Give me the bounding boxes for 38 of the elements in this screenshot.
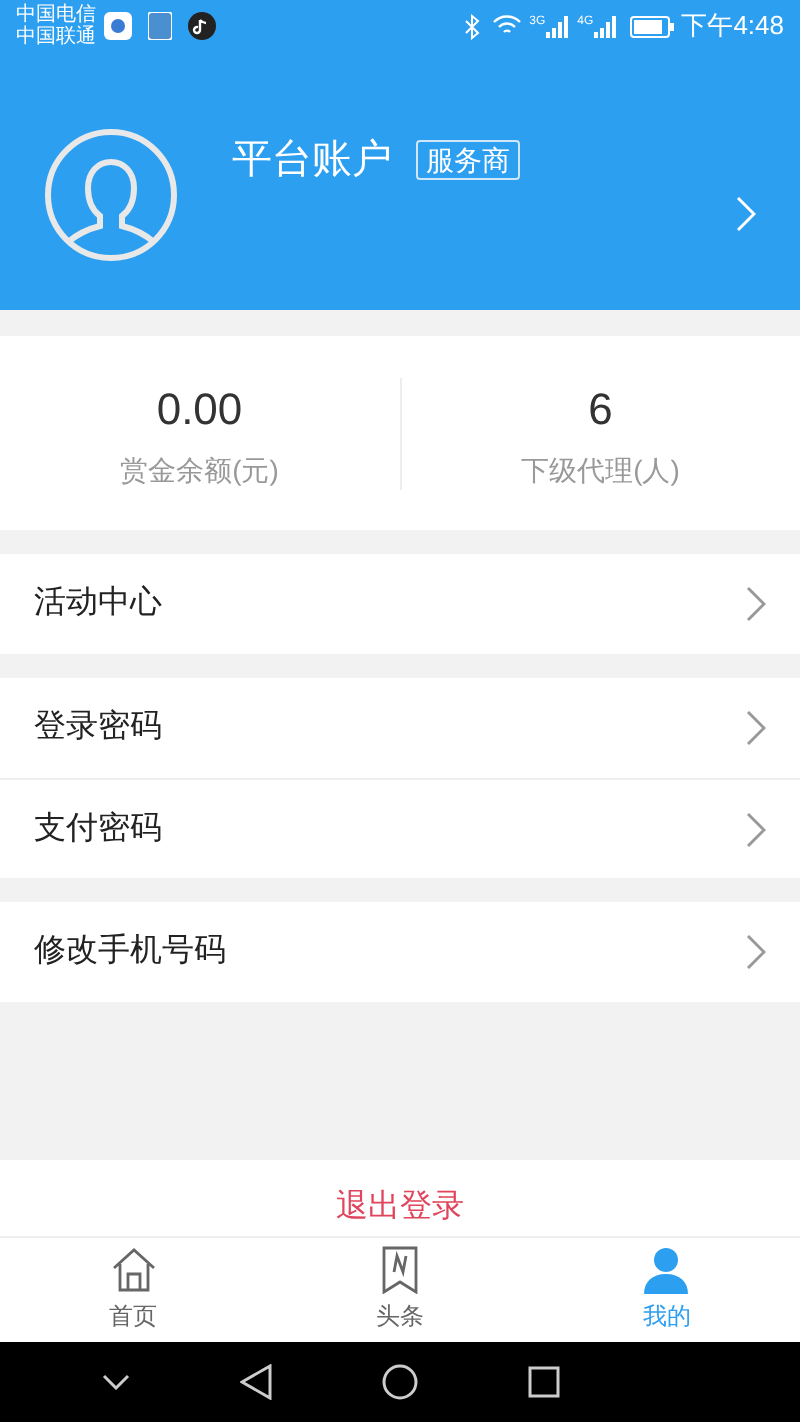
menu-item[interactable]: 活动中心 bbox=[0, 554, 800, 654]
role-tag: 服务商 bbox=[416, 140, 520, 180]
carrier-name: 中国电信 bbox=[16, 4, 96, 26]
account-name: 平台账户 bbox=[232, 136, 392, 186]
nav-tab[interactable]: 首页 bbox=[0, 1238, 267, 1342]
chevron-right-icon bbox=[746, 811, 766, 847]
home-icon bbox=[109, 1246, 158, 1294]
signal-icon bbox=[545, 15, 570, 37]
bluetooth-icon bbox=[463, 13, 480, 39]
carrier-name: 中国联通 bbox=[16, 26, 96, 48]
avatar-icon bbox=[44, 128, 178, 262]
menu-item[interactable]: 修改手机号码 bbox=[0, 902, 800, 1002]
chevron-right-icon bbox=[746, 710, 766, 746]
nav-tab[interactable]: 头条 bbox=[266, 1238, 534, 1342]
wifi-icon bbox=[491, 14, 522, 38]
nav-tab[interactable]: 我的 bbox=[533, 1238, 800, 1342]
app-icon bbox=[148, 12, 172, 40]
home-circle-icon[interactable] bbox=[381, 1364, 418, 1400]
stat-value: 0.00 bbox=[156, 381, 243, 437]
back-icon[interactable] bbox=[240, 1364, 273, 1400]
clock-time: 下午4:48 bbox=[681, 8, 784, 45]
user-icon bbox=[644, 1246, 689, 1294]
chevron-down-icon[interactable] bbox=[102, 1374, 131, 1390]
logout-button[interactable]: 退出登录 bbox=[0, 1160, 800, 1236]
stat-label: 下级代理(人) bbox=[521, 451, 680, 490]
recent-apps-icon[interactable] bbox=[527, 1366, 560, 1398]
menu-item[interactable]: 支付密码 bbox=[0, 778, 800, 878]
stat-label: 赏金余额(元) bbox=[120, 451, 279, 490]
bookmark-n-icon bbox=[379, 1246, 420, 1294]
signal-icon bbox=[593, 15, 618, 37]
music-note-icon bbox=[188, 12, 216, 40]
chevron-right-icon bbox=[736, 196, 756, 232]
chevron-right-icon bbox=[746, 934, 766, 970]
battery-icon bbox=[629, 15, 674, 37]
menu-item[interactable]: 登录密码 bbox=[0, 678, 800, 778]
stat-value: 6 bbox=[588, 381, 613, 437]
app-icon bbox=[104, 12, 132, 40]
chevron-right-icon bbox=[746, 586, 766, 622]
